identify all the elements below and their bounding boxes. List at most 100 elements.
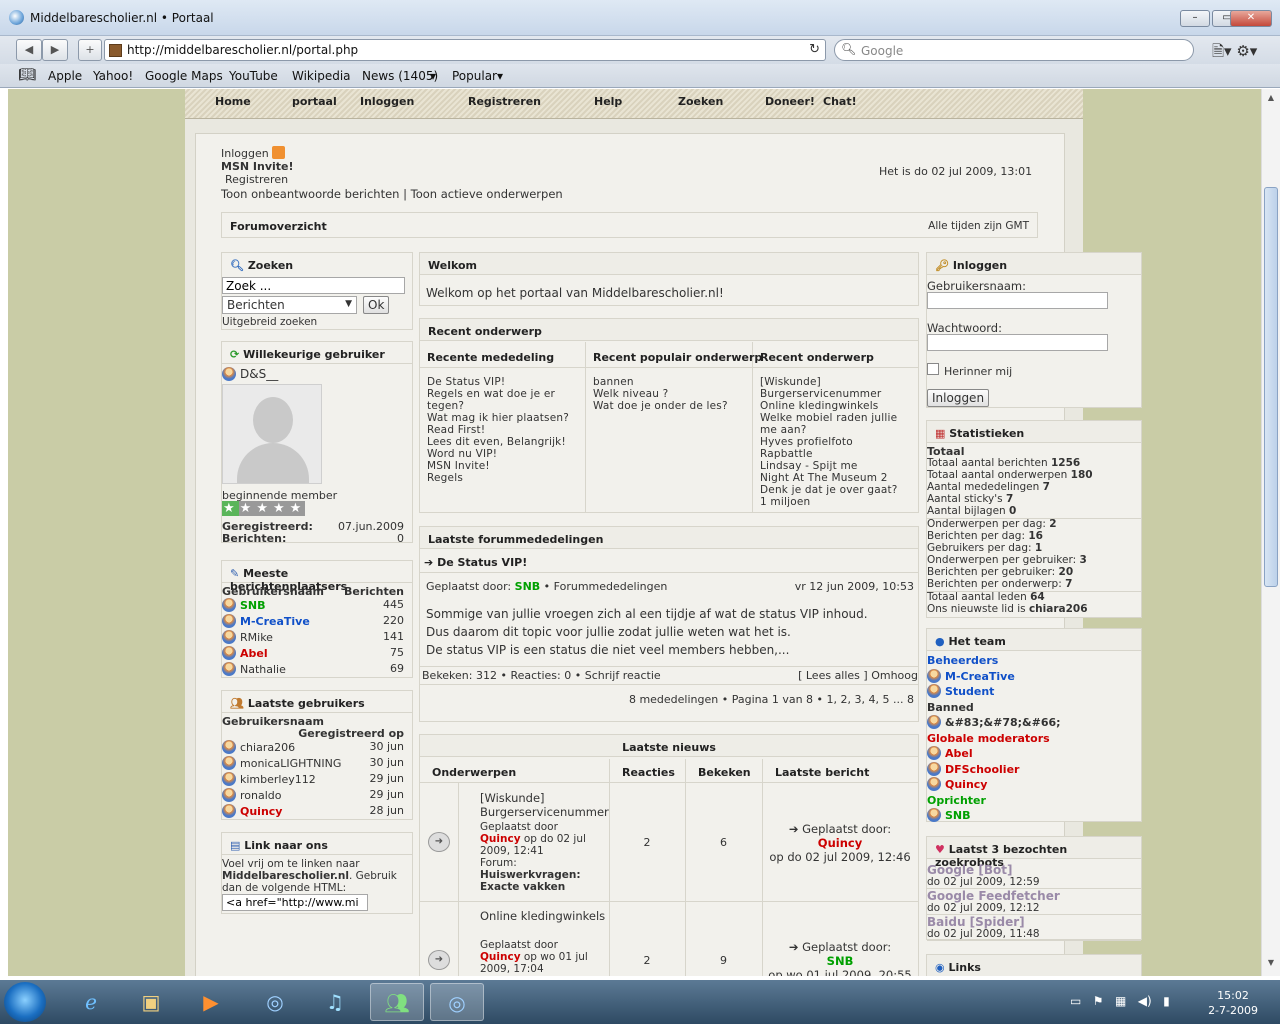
nav-portaal[interactable]: portaal	[292, 95, 337, 108]
recent-topic-link[interactable]: Rapbattle	[760, 448, 912, 460]
login-button[interactable]: Inloggen	[927, 389, 990, 407]
recent-topic-link[interactable]: Read First!	[427, 424, 579, 436]
bot-name[interactable]: Baidu [Spider]	[927, 916, 1141, 928]
nav-zoeken[interactable]: Zoeken	[678, 95, 723, 108]
remember-checkbox[interactable]	[927, 363, 939, 375]
scroll-thumb[interactable]	[1264, 187, 1278, 587]
bookmark-popular[interactable]: Popular	[452, 69, 497, 83]
bot-name[interactable]: Google [Bot]	[927, 864, 1141, 876]
safari-taskbar-icon[interactable]: ◎	[248, 983, 302, 1021]
register-link[interactable]: Registreren	[221, 173, 563, 186]
latest-user-row[interactable]: Quincy 28 jun	[222, 804, 404, 818]
top-poster-row[interactable]: Nathalie 69	[222, 662, 404, 676]
group-global-mods[interactable]: Globale moderators	[927, 731, 1139, 747]
recent-topic-link[interactable]: [Wiskunde] Burgerservicenummer	[760, 376, 912, 400]
scroll-up-icon[interactable]: ▲	[1264, 93, 1278, 107]
forward-button[interactable]: ▶	[42, 39, 68, 61]
recent-topic-link[interactable]: Regels	[427, 472, 579, 484]
news-topic-link[interactable]: Online kledingwinkels	[480, 909, 608, 923]
nav-help[interactable]: Help	[594, 95, 622, 108]
nav-chat[interactable]: Chat!	[823, 95, 857, 108]
team-member-student[interactable]: Student	[945, 685, 994, 698]
recent-topic-link[interactable]: bannen	[593, 376, 745, 388]
poster-name[interactable]: RMike	[240, 631, 273, 644]
latest-user-name[interactable]: chiara206	[240, 741, 295, 754]
minimize-button[interactable]: –	[1180, 10, 1210, 27]
vertical-scrollbar[interactable]: ▲ ▼	[1261, 89, 1280, 976]
nav-doneer[interactable]: Doneer!	[765, 95, 815, 108]
reload-icon[interactable]: ↻	[809, 42, 820, 57]
announcement-topic-link[interactable]: De Status VIP!	[437, 556, 527, 569]
group-founder[interactable]: Oprichter	[927, 793, 1139, 809]
latest-user-name[interactable]: kimberley112	[240, 773, 316, 786]
search-field[interactable]: 🔍︎ Google	[834, 39, 1194, 61]
latest-user-row[interactable]: chiara206 30 jun	[222, 740, 404, 754]
recent-topic-link[interactable]: Night At The Museum 2	[760, 472, 912, 484]
latest-user-name[interactable]: Quincy	[240, 805, 282, 818]
nav-inloggen[interactable]: Inloggen	[360, 95, 414, 108]
search-type-select[interactable]: Berichten ▼	[222, 296, 357, 314]
start-button[interactable]	[4, 982, 46, 1022]
author-link[interactable]: SNB	[515, 580, 541, 593]
clock[interactable]: 15:02 2-7-2009	[1208, 988, 1258, 1018]
random-user-name[interactable]: D&S__	[222, 367, 278, 381]
recent-topic-link[interactable]: Denk je dat je over gaat?	[760, 484, 912, 496]
top-poster-row[interactable]: M-CreaTive 220	[222, 614, 404, 628]
reading-list-icon[interactable]: 📖︎	[18, 67, 36, 83]
pagination[interactable]: 8 mededelingen • Pagina 1 van 8 • 1, 2, …	[629, 693, 914, 706]
recent-topic-link[interactable]: Hyves profielfoto	[760, 436, 912, 448]
top-poster-row[interactable]: Abel 75	[222, 646, 404, 660]
recent-topic-link[interactable]: Online kledingwinkels	[760, 400, 912, 412]
address-bar[interactable]: http://middelbarescholier.nl/portal.php …	[104, 39, 826, 61]
bookmark-youtube[interactable]: YouTube	[229, 69, 278, 83]
last-post-author[interactable]: SNB	[762, 954, 918, 968]
team-member-abel[interactable]: Abel	[945, 747, 973, 760]
recent-topic-link[interactable]: Welk niveau ?	[593, 388, 745, 400]
nav-registreren[interactable]: Registreren	[468, 95, 541, 108]
team-member-quincy[interactable]: Quincy	[945, 778, 987, 791]
latest-user-name[interactable]: monicaLIGHTNING	[240, 757, 341, 770]
group-admins[interactable]: Beheerders	[927, 653, 1139, 669]
last-post-author[interactable]: Quincy	[762, 836, 918, 850]
add-bookmark-button[interactable]: +	[78, 39, 102, 61]
recent-topic-link[interactable]: Word nu VIP!	[427, 448, 579, 460]
latest-user-row[interactable]: ronaldo 29 jun	[222, 788, 404, 802]
top-poster-row[interactable]: SNB 445	[222, 598, 404, 612]
search-input[interactable]	[222, 277, 405, 294]
news-author-link[interactable]: Quincy	[480, 951, 521, 963]
team-member-snb[interactable]: SNB	[945, 809, 971, 822]
rss-icon[interactable]	[272, 146, 286, 159]
poster-name[interactable]: SNB	[240, 599, 266, 612]
recent-topic-link[interactable]: Wat mag ik hier plaatsen?	[427, 412, 579, 424]
bookmark-yahoo[interactable]: Yahoo!	[93, 69, 133, 83]
username-input[interactable]	[927, 292, 1108, 309]
password-input[interactable]	[927, 334, 1108, 351]
recent-topic-link[interactable]: Regels en wat doe je er tegen?	[427, 388, 579, 412]
back-button[interactable]: ◀	[16, 39, 42, 61]
media-player-icon[interactable]: ▶	[184, 983, 238, 1021]
news-topic-link[interactable]: [Wiskunde] Burgerservicenummer	[480, 791, 609, 819]
forum-index-link[interactable]: Forumoverzicht	[230, 220, 327, 233]
group-banned[interactable]: Banned	[927, 700, 1139, 716]
unanswered-active-links[interactable]: Toon onbeantwoorde berichten | Toon acti…	[221, 188, 563, 201]
poster-name[interactable]: Abel	[240, 647, 268, 660]
close-button[interactable]: ✕	[1230, 10, 1272, 27]
latest-user-row[interactable]: monicaLIGHTNING 30 jun	[222, 756, 404, 770]
bookmark-wikipedia[interactable]: Wikipedia	[292, 69, 351, 83]
messenger-icon[interactable]: 👥︎	[370, 983, 424, 1021]
explorer-folder-icon[interactable]: ▣	[124, 983, 178, 1021]
team-member-banned[interactable]: &#83;&#78;&#66;	[945, 716, 1061, 729]
system-tray[interactable]: ▭ ⚑ ▦ ◀) ▮	[1070, 994, 1170, 1008]
poster-name[interactable]: Nathalie	[240, 663, 286, 676]
login-link[interactable]: Inloggen	[221, 147, 269, 160]
recent-topic-link[interactable]: MSN Invite!	[427, 460, 579, 472]
announcement-footer[interactable]: Bekeken: 312 • Reacties: 0 • Schrijf rea…	[422, 669, 661, 682]
search-ok-button[interactable]: Ok	[363, 296, 390, 314]
bookmark-apple[interactable]: Apple	[48, 69, 82, 83]
safari-active-icon[interactable]: ◎	[430, 983, 484, 1021]
recent-topic-link[interactable]: Welke mobiel raden jullie me aan?	[760, 412, 912, 436]
recent-topic-link[interactable]: Lindsay - Spijt me	[760, 460, 912, 472]
scroll-down-icon[interactable]: ▼	[1264, 958, 1278, 972]
poster-name[interactable]: M-CreaTive	[240, 615, 310, 628]
internet-explorer-icon[interactable]: ℯ	[64, 983, 118, 1021]
